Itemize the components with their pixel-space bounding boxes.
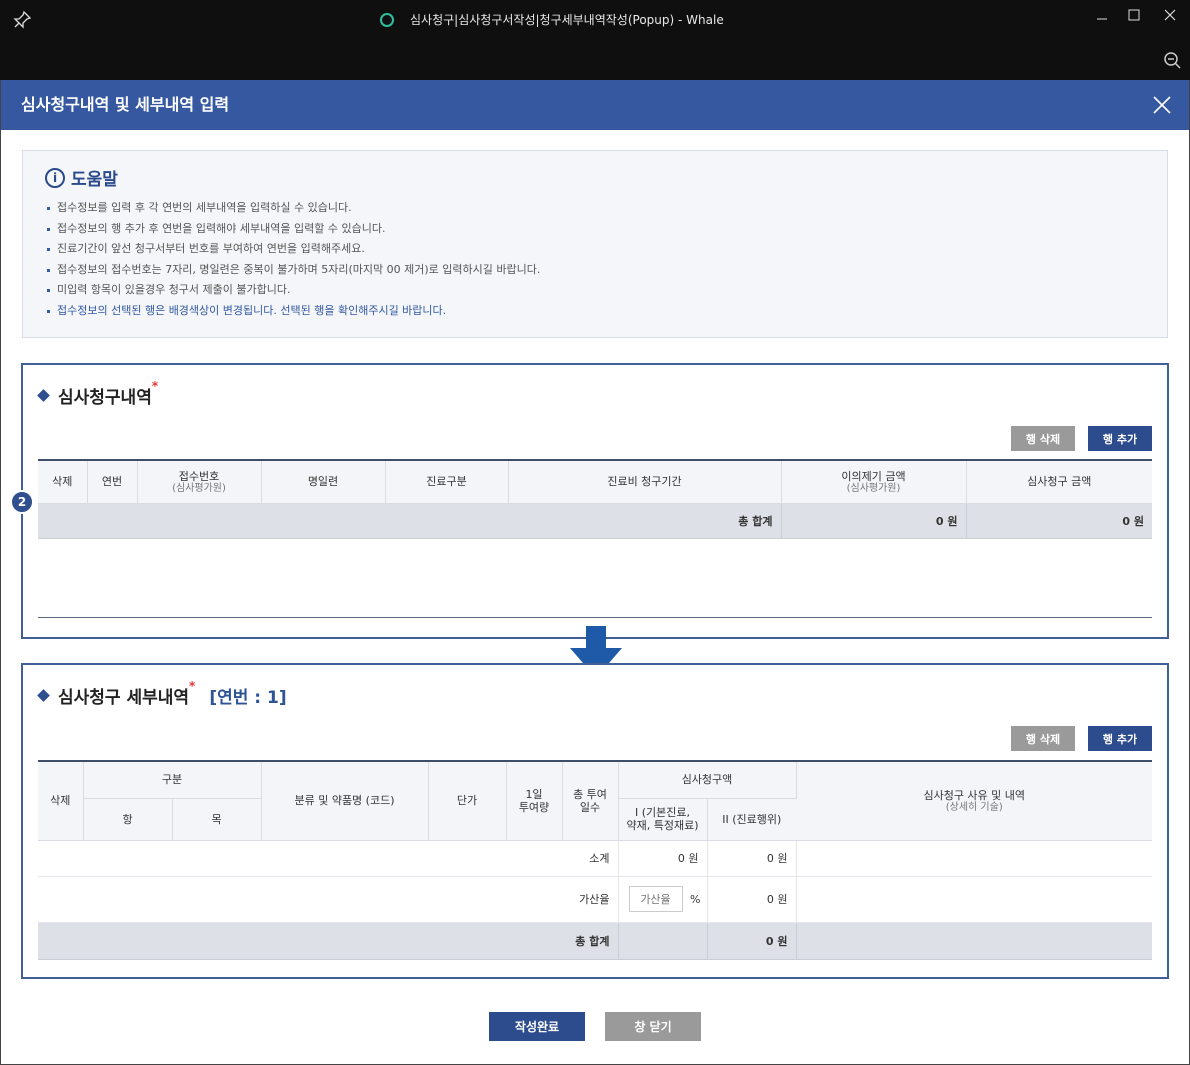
dialog-close-icon[interactable]: [1151, 94, 1173, 116]
window-close-button[interactable]: [1150, 0, 1190, 30]
col-delete: 삭제: [38, 460, 88, 504]
subtotal-amount-2: 0 원: [707, 840, 797, 877]
help-item: 미입력 항목이 있을경우 청구서 제출이 불가합니다.: [47, 280, 540, 301]
help-title: 도움말: [71, 170, 118, 190]
rate-unit: %: [690, 892, 701, 906]
col-care-type: 진료구분: [385, 460, 509, 504]
total-amount-value: 0 원: [707, 922, 797, 960]
col-reason: 심사청구 사유 및 내역 (상세히 기술): [796, 761, 1152, 841]
col-drug-name: 분류 및 약품명 (코드): [261, 761, 429, 841]
total-reason: [796, 922, 1152, 960]
claims-table-bottom-line: [38, 617, 1152, 618]
details-total-row: 총 합계 0 원: [38, 922, 1152, 960]
col-amount-1: I (기본진료, 약재, 특정재료): [618, 798, 708, 841]
zoom-out-icon[interactable]: [1162, 50, 1182, 70]
rate-amount: 0 원: [707, 876, 797, 923]
total-amount-1: [618, 922, 708, 960]
claims-delete-row-button[interactable]: 행 삭제: [1011, 426, 1075, 451]
col-period: 진료비 청구기간: [508, 460, 782, 504]
required-mark: *: [151, 379, 159, 393]
diamond-bullet-icon: [37, 689, 50, 702]
required-mark: *: [189, 679, 196, 693]
maximize-button[interactable]: [1114, 0, 1154, 30]
details-table: 삭제 구분 분류 및 약품명 (코드) 단가 1일 투여량 총 투여 일수 심사…: [38, 760, 1152, 960]
rate-row: 가산율 % 0 원: [38, 876, 1152, 923]
window-titlebar: 심사청구|심사청구서작성|청구세부내역작성(Popup) - Whale: [0, 0, 1190, 40]
minimize-icon: [1097, 18, 1107, 20]
total-objection-value: 0 원: [781, 503, 967, 539]
subtotal-row: 소계 0 원 0 원: [38, 840, 1152, 877]
col-subitem: 목: [172, 798, 262, 841]
dialog-header: 심사청구내역 및 세부내역 입력: [1, 80, 1189, 130]
step-badge: 2: [10, 490, 34, 514]
window-title: 심사청구|심사청구서작성|청구세부내역작성(Popup) - Whale: [380, 0, 724, 40]
total-label: 총 합계: [38, 922, 619, 960]
col-claim-amount: 심사청구 금액: [966, 460, 1152, 504]
claims-add-row-button[interactable]: 행 추가: [1088, 426, 1152, 451]
details-delete-row-button[interactable]: 행 삭제: [1011, 726, 1075, 751]
col-name-serial: 명일련: [261, 460, 386, 504]
rate-cell: %: [618, 876, 708, 923]
col-serial: 연번: [87, 460, 138, 504]
subtotal-amount-1: 0 원: [618, 840, 708, 877]
total-claim-value: 0 원: [966, 503, 1152, 539]
maximize-icon: [1128, 9, 1140, 21]
help-item: 접수정보를 입력 후 각 연번의 세부내역을 입력하실 수 있습니다.: [47, 198, 540, 219]
dialog-title: 심사청구내역 및 세부내역 입력: [21, 95, 230, 114]
help-list: 접수정보를 입력 후 각 연번의 세부내역을 입력하실 수 있습니다. 접수정보…: [47, 198, 540, 322]
help-item: 진료기간이 앞선 청구서부터 번호를 부여하여 연번을 입력해주세요.: [47, 239, 540, 260]
close-window-button[interactable]: 창 닫기: [605, 1012, 701, 1041]
col-objection-amount: 이의제기 금액 (심사평가원): [781, 460, 967, 504]
help-item: 접수정보의 행 추가 후 연번을 입력해야 세부내역을 입력할 수 있습니다.: [47, 219, 540, 240]
claims-panel: 심사청구내역* 행 삭제 행 추가 삭제 연번 접수번호 (심사평가원) 명일련 …: [21, 363, 1169, 639]
help-item: 접수정보의 선택된 행은 배경색상이 변경됩니다. 선택된 행을 확인해주시길 …: [47, 301, 540, 322]
col-category: 구분: [83, 761, 262, 799]
help-item: 접수정보의 접수번호는 7자리, 명일련은 중복이 불가하며 5자리(마지막 0…: [47, 260, 540, 281]
claims-table: 삭제 연번 접수번호 (심사평가원) 명일련 진료구분 진료비 청구기간 이의제기…: [38, 459, 1152, 539]
col-unit-price: 단가: [428, 761, 507, 841]
details-add-row-button[interactable]: 행 추가: [1088, 726, 1152, 751]
submit-button[interactable]: 작성완료: [489, 1012, 585, 1041]
details-panel: 심사청구 세부내역* [연번 : 1] 행 삭제 행 추가 삭제 구분 분류 및…: [21, 663, 1169, 979]
help-box: i 도움말 접수정보를 입력 후 각 연번의 세부내역을 입력하실 수 있습니다…: [22, 150, 1168, 338]
serial-label: [연번 : 1]: [209, 688, 287, 708]
col-total-days: 총 투여 일수: [562, 761, 619, 841]
claims-title: 심사청구내역*: [37, 379, 158, 408]
col-delete: 삭제: [38, 761, 84, 841]
claims-total-row: 총 합계 0 원 0 원: [38, 503, 1152, 539]
rate-input[interactable]: [628, 886, 683, 912]
details-title: 심사청구 세부내역* [연번 : 1]: [37, 679, 287, 708]
whale-logo-icon: [380, 13, 394, 27]
col-receipt-no: 접수번호 (심사평가원): [137, 460, 262, 504]
total-label: 총 합계: [38, 503, 782, 539]
info-icon: i: [45, 167, 65, 188]
col-claim-amount: 심사청구액: [618, 761, 797, 799]
pin-icon[interactable]: [12, 10, 32, 30]
claims-title-text: 심사청구내역: [58, 388, 152, 408]
rate-reason: [796, 876, 1152, 923]
help-heading: i 도움말: [45, 165, 118, 190]
col-amount-2: II (진료행위): [707, 798, 796, 841]
diamond-bullet-icon: [37, 389, 50, 402]
subtotal-reason: [796, 840, 1152, 877]
col-daily-dose: 1일 투여량: [506, 761, 563, 841]
col-item: 항: [83, 798, 173, 841]
close-icon: [1164, 9, 1176, 21]
browser-toolbar: [0, 40, 1190, 80]
details-title-text: 심사청구 세부내역: [58, 688, 190, 708]
subtotal-label: 소계: [38, 840, 619, 877]
window-title-text: 심사청구|심사청구서작성|청구세부내역작성(Popup) - Whale: [410, 13, 724, 27]
rate-label: 가산율: [38, 876, 619, 923]
